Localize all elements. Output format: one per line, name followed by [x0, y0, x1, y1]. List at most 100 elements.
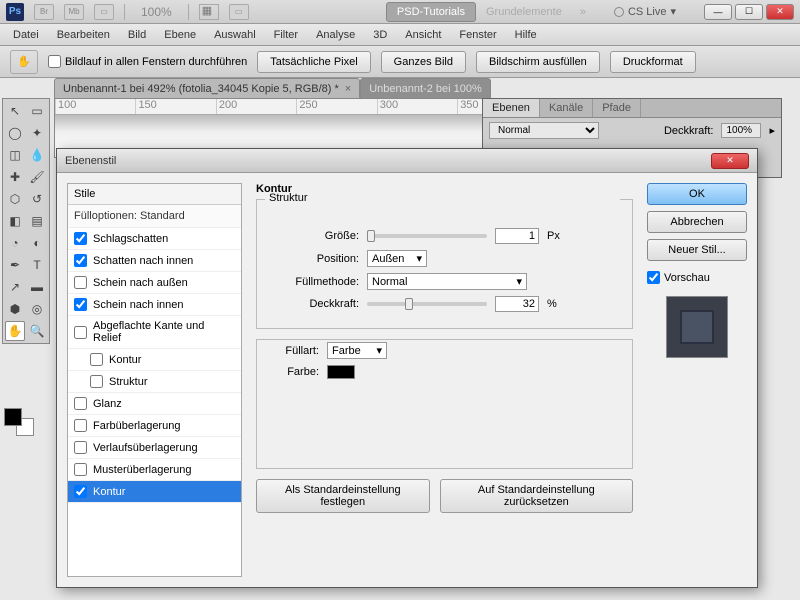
move-tool-icon[interactable]: ↖ [5, 101, 25, 121]
3d-tool-icon[interactable]: ⬢ [5, 299, 25, 319]
dialog-titlebar[interactable]: Ebenenstil ✕ [57, 149, 757, 173]
menu-ebene[interactable]: Ebene [155, 26, 205, 44]
actual-pixels-button[interactable]: Tatsächliche Pixel [257, 51, 370, 73]
style-row[interactable]: Schein nach außen [68, 272, 241, 294]
marquee-tool-icon[interactable]: ▭ [27, 101, 47, 121]
menu-analyse[interactable]: Analyse [307, 26, 364, 44]
mini-bridge-icon[interactable]: Mb [64, 4, 84, 20]
type-tool-icon[interactable]: T [27, 255, 47, 275]
lasso-tool-icon[interactable]: ◯ [5, 123, 25, 143]
size-slider[interactable] [367, 234, 487, 238]
crop-tool-icon[interactable]: ◫ [5, 145, 25, 165]
filltype-select[interactable]: Farbe▾ [327, 342, 387, 359]
preview-checkbox[interactable]: Vorschau [647, 271, 747, 284]
style-row[interactable]: Schatten nach innen [68, 250, 241, 272]
foreground-background-colors[interactable] [4, 408, 44, 438]
3d-camera-icon[interactable]: ◎ [27, 299, 47, 319]
dialog-close-button[interactable]: ✕ [711, 153, 749, 169]
workspace-more-icon[interactable]: » [572, 6, 594, 18]
style-row[interactable]: Abgeflachte Kante und Relief [68, 316, 241, 349]
print-size-button[interactable]: Druckformat [610, 51, 696, 73]
fit-screen-button[interactable]: Ganzes Bild [381, 51, 466, 73]
style-checkbox[interactable] [74, 326, 87, 339]
style-row[interactable]: Farbüberlagerung [68, 415, 241, 437]
new-style-button[interactable]: Neuer Stil... [647, 239, 747, 261]
zoom-level[interactable]: 100% [135, 5, 178, 19]
document-tab-2[interactable]: Unbenannt-2 bei 100% [360, 78, 491, 98]
opacity-slider[interactable] [367, 302, 487, 306]
opacity-input[interactable] [721, 123, 761, 138]
hand-tool-icon[interactable]: ✋ [10, 50, 38, 74]
screen-mode-icon[interactable]: ▭ [229, 4, 249, 20]
fill-screen-button[interactable]: Bildschirm ausfüllen [476, 51, 600, 73]
menu-datei[interactable]: Datei [4, 26, 48, 44]
blend-options-row[interactable]: Fülloptionen: Standard [68, 205, 241, 228]
maximize-button[interactable]: ☐ [735, 4, 763, 20]
menu-auswahl[interactable]: Auswahl [205, 26, 265, 44]
menu-ansicht[interactable]: Ansicht [396, 26, 450, 44]
stamp-tool-icon[interactable]: ⬡ [5, 189, 25, 209]
menu-hilfe[interactable]: Hilfe [506, 26, 546, 44]
gradient-tool-icon[interactable]: ▤ [27, 211, 47, 231]
menu-fenster[interactable]: Fenster [450, 26, 505, 44]
eyedropper-tool-icon[interactable]: 💧 [27, 145, 47, 165]
style-checkbox[interactable] [74, 397, 87, 410]
tab-kanaele[interactable]: Kanäle [540, 99, 593, 117]
blur-tool-icon[interactable]: ◔ [5, 233, 25, 253]
hand-tool-icon[interactable]: ✋ [5, 321, 25, 341]
menu-3d[interactable]: 3D [364, 26, 396, 44]
style-checkbox[interactable] [74, 485, 87, 498]
style-checkbox[interactable] [74, 232, 87, 245]
minimize-button[interactable]: — [704, 4, 732, 20]
style-row[interactable]: Kontur [68, 481, 241, 503]
arrange-documents-icon[interactable] [199, 4, 219, 20]
history-brush-icon[interactable]: ↺ [27, 189, 47, 209]
scroll-all-checkbox[interactable]: Bildlauf in allen Fenstern durchführen [48, 55, 247, 68]
style-checkbox[interactable] [90, 375, 103, 388]
healing-tool-icon[interactable]: ✚ [5, 167, 25, 187]
style-checkbox[interactable] [74, 298, 87, 311]
wand-tool-icon[interactable]: ✦ [27, 123, 47, 143]
chevron-right-icon[interactable]: ▸ [769, 124, 775, 137]
style-checkbox[interactable] [74, 276, 87, 289]
style-checkbox[interactable] [74, 463, 87, 476]
position-select[interactable]: Außen▾ [367, 250, 427, 267]
brush-tool-icon[interactable]: 🖌 [27, 167, 47, 187]
eraser-tool-icon[interactable]: ◧ [5, 211, 25, 231]
style-row[interactable]: Schein nach innen [68, 294, 241, 316]
document-tab-1[interactable]: Unbenannt-1 bei 492% (fotolia_34045 Kopi… [54, 78, 360, 98]
workspace-inactive-button[interactable]: Grundelemente [476, 3, 572, 21]
style-row[interactable]: Glanz [68, 393, 241, 415]
menu-bild[interactable]: Bild [119, 26, 155, 44]
style-row[interactable]: Musterüberlagerung [68, 459, 241, 481]
style-checkbox[interactable] [74, 419, 87, 432]
close-icon[interactable]: × [345, 83, 351, 95]
cs-live-button[interactable]: CS Live ▾ [604, 5, 686, 18]
zoom-tool-icon[interactable]: 🔍 [27, 321, 47, 341]
menu-filter[interactable]: Filter [265, 26, 307, 44]
foreground-color-swatch[interactable] [4, 408, 22, 426]
view-extras-icon[interactable]: ▭ [94, 4, 114, 20]
reset-default-button[interactable]: Auf Standardeinstellung zurücksetzen [440, 479, 633, 513]
tab-pfade[interactable]: Pfade [593, 99, 641, 117]
style-row[interactable]: Verlaufsüberlagerung [68, 437, 241, 459]
style-row[interactable]: Struktur [68, 371, 241, 393]
cancel-button[interactable]: Abbrechen [647, 211, 747, 233]
color-swatch[interactable] [327, 365, 355, 379]
shape-tool-icon[interactable]: ▬ [27, 277, 47, 297]
bridge-icon[interactable]: Br [34, 4, 54, 20]
set-default-button[interactable]: Als Standardeinstellung festlegen [256, 479, 430, 513]
style-row[interactable]: Kontur [68, 349, 241, 371]
style-checkbox[interactable] [90, 353, 103, 366]
tab-ebenen[interactable]: Ebenen [483, 99, 540, 117]
opacity-input[interactable] [495, 296, 539, 312]
path-tool-icon[interactable]: ↗ [5, 277, 25, 297]
pen-tool-icon[interactable]: ✒ [5, 255, 25, 275]
style-checkbox[interactable] [74, 254, 87, 267]
menu-bearbeiten[interactable]: Bearbeiten [48, 26, 119, 44]
workspace-active-button[interactable]: PSD-Tutorials [386, 2, 476, 22]
dodge-tool-icon[interactable]: ◐ [27, 233, 47, 253]
styles-header[interactable]: Stile [68, 184, 241, 205]
ok-button[interactable]: OK [647, 183, 747, 205]
close-button[interactable]: ✕ [766, 4, 794, 20]
